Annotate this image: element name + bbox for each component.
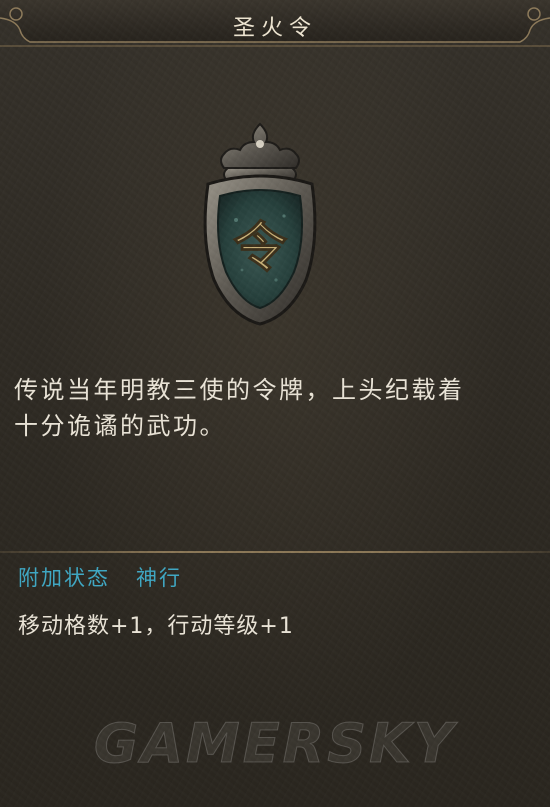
plaque-glyph: 令 [233,216,288,279]
attribute-value: 神行 [136,566,182,590]
attribute-effect: 移动格数+1，行动等级+1 [18,614,294,639]
token-plaque-icon: 令 [203,122,317,326]
description-line: 传说当年明教三使的令牌，上头纪载着 [14,376,465,404]
section-divider [0,551,550,553]
attribute-row: 附加状态 神行 [18,562,182,592]
item-description: 传说当年明教三使的令牌，上头纪载着 十分诡谲的武功。 [14,372,534,444]
watermark: GAMERSKY [93,712,457,776]
title-bar: 圣火令 [0,0,550,52]
attribute-label: 附加状态 [18,566,110,590]
description-line: 十分诡谲的武功。 [14,412,226,440]
item-tooltip-panel: 圣火令 令 传说当年明教三使的令牌，上头纪载着 十分诡谲的武功。 附加状态 神行… [0,0,550,807]
item-title: 圣火令 [232,16,317,41]
